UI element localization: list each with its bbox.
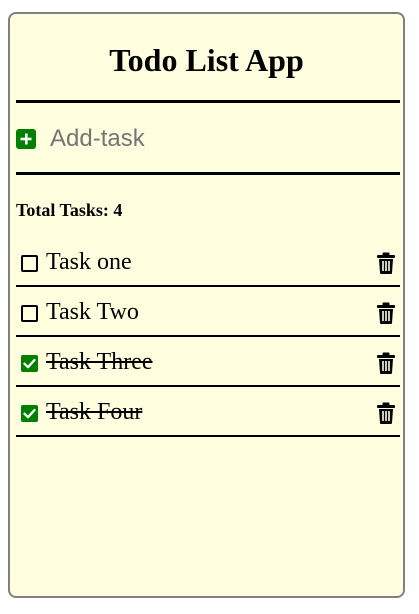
- task-checkbox-checked[interactable]: [21, 355, 38, 372]
- total-tasks-count: Total Tasks: 4: [16, 200, 123, 220]
- task-label: Task one: [46, 249, 132, 275]
- task-label: Task Three: [46, 349, 153, 375]
- task-checkbox-unchecked[interactable]: [21, 255, 38, 272]
- task-label: Task Two: [46, 299, 139, 325]
- task-label: Task Four: [46, 399, 143, 425]
- task-checkbox-checked[interactable]: [21, 405, 38, 422]
- input-divider: [16, 172, 400, 175]
- delete-task-button[interactable]: [376, 302, 396, 324]
- trash-icon: [377, 252, 395, 274]
- task-item: Task Two: [16, 287, 400, 337]
- check-icon: [23, 408, 36, 419]
- todo-app-card: Todo List App Total Tasks: 4 Task one: [8, 12, 405, 598]
- app-title: Todo List App: [109, 42, 304, 78]
- delete-task-button[interactable]: [376, 352, 396, 374]
- add-task-input[interactable]: [50, 122, 390, 156]
- task-list: Task one Task Two Task Three Task Four: [16, 237, 400, 437]
- task-item: Task Three: [16, 337, 400, 387]
- header-divider: [16, 100, 400, 103]
- trash-icon: [377, 402, 395, 424]
- task-item: Task Four: [16, 387, 400, 437]
- task-item: Task one: [16, 237, 400, 287]
- trash-icon: [377, 352, 395, 374]
- delete-task-button[interactable]: [376, 252, 396, 274]
- trash-icon: [377, 302, 395, 324]
- plus-icon: [20, 133, 32, 145]
- task-checkbox-unchecked[interactable]: [21, 305, 38, 322]
- add-task-button[interactable]: [16, 129, 36, 149]
- check-icon: [23, 358, 36, 369]
- delete-task-button[interactable]: [376, 402, 396, 424]
